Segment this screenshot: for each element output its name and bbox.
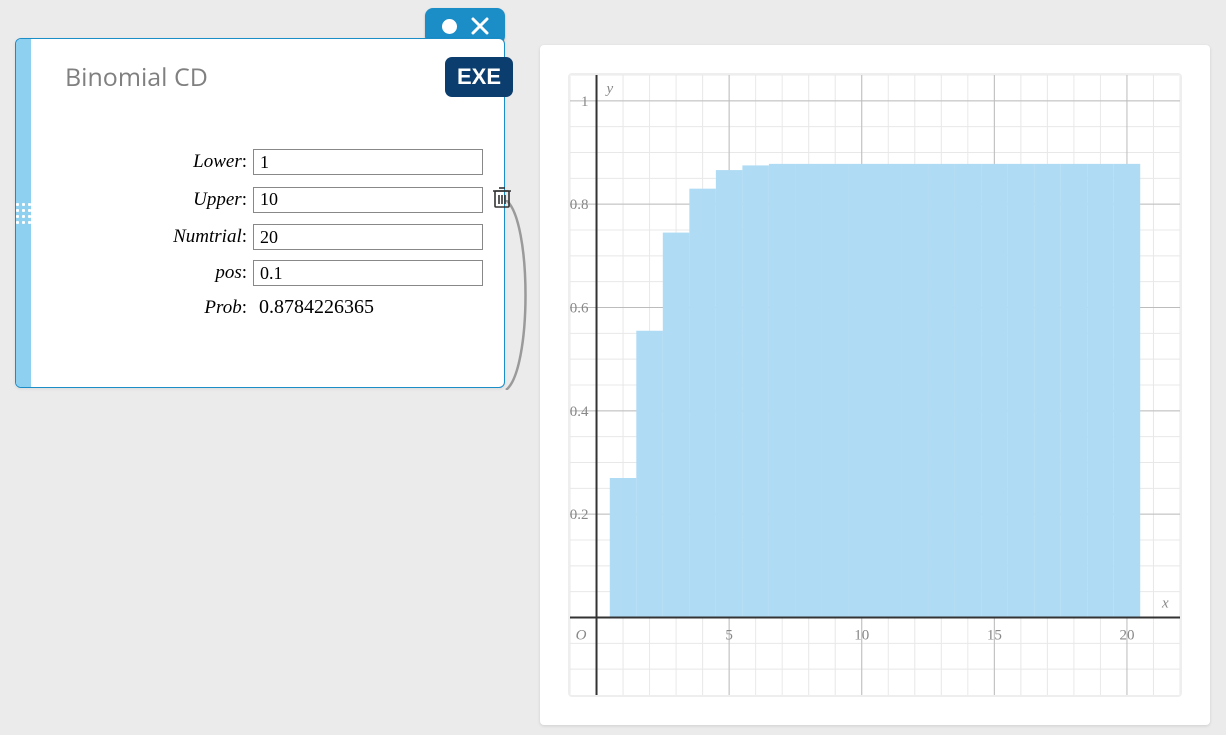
svg-text:0.4: 0.4 — [570, 404, 589, 420]
svg-text:O: O — [576, 628, 587, 644]
numtrial-label: Numtrial — [49, 226, 247, 248]
execute-button[interactable]: EXE — [445, 57, 513, 97]
grip-icon — [16, 203, 31, 224]
binomial-chart: 5 10 15 20 0.2 0.4 0.6 0.8 1 Ox y — [570, 75, 1180, 695]
drag-handle[interactable] — [16, 39, 31, 387]
panel-title: Binomial CD — [65, 60, 445, 94]
trash-icon — [491, 185, 513, 209]
svg-text:20: 20 — [1119, 628, 1134, 644]
upper-label: Upper — [49, 189, 247, 211]
pos-input[interactable] — [253, 260, 483, 286]
upper-input[interactable] — [253, 187, 483, 213]
svg-text:5: 5 — [725, 628, 733, 644]
svg-text:y: y — [605, 81, 614, 97]
svg-text:x: x — [1161, 596, 1169, 612]
svg-text:0.8: 0.8 — [570, 197, 589, 213]
svg-text:1: 1 — [581, 94, 589, 110]
svg-text:0.6: 0.6 — [570, 301, 589, 317]
binomial-cd-panel: Binomial CD EXE Lower Upper — [15, 38, 505, 388]
delete-button[interactable] — [491, 185, 513, 214]
close-icon[interactable] — [471, 17, 489, 35]
lower-label: Lower — [49, 151, 247, 173]
plot-area[interactable]: 5 10 15 20 0.2 0.4 0.6 0.8 1 Ox y — [568, 73, 1182, 697]
pos-label: pos — [49, 262, 247, 284]
svg-text:15: 15 — [987, 628, 1002, 644]
svg-text:10: 10 — [854, 628, 869, 644]
plot-card: 5 10 15 20 0.2 0.4 0.6 0.8 1 Ox y — [540, 45, 1210, 725]
prob-label: Prob — [49, 297, 247, 319]
numtrial-input[interactable] — [253, 224, 483, 250]
lower-input[interactable] — [253, 149, 483, 175]
svg-text:0.2: 0.2 — [570, 507, 589, 523]
circle-icon[interactable] — [442, 19, 457, 34]
prob-value: 0.8784226365 — [253, 296, 374, 319]
